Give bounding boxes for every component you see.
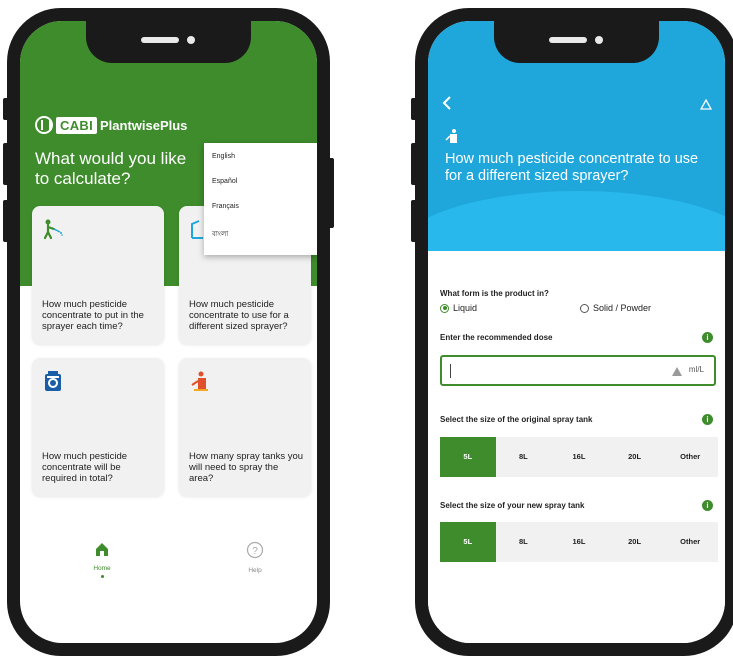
size-option-8l[interactable]: 8L xyxy=(496,437,552,477)
active-indicator xyxy=(100,575,104,578)
info-icon[interactable]: i xyxy=(702,414,713,425)
warning-icon xyxy=(699,98,713,110)
language-option-english[interactable]: English xyxy=(204,149,317,174)
volume-up-button xyxy=(3,143,9,185)
radio-liquid-label: Liquid xyxy=(453,303,478,313)
calc-form: What form is the product in? Liquid Soli… xyxy=(428,251,725,643)
back-button[interactable] xyxy=(442,96,452,115)
sprayer-icon xyxy=(445,129,457,143)
phone-calculator: How much pesticide concentrate to use fo… xyxy=(411,8,733,656)
info-icon[interactable]: i xyxy=(702,500,713,511)
card-text: How many spray tanks you will need to sp… xyxy=(189,451,304,484)
logo-cabi-text: CABI xyxy=(56,116,97,134)
power-button xyxy=(328,158,334,228)
pesticide-container-icon xyxy=(45,371,61,391)
original-tank-label: Select the size of the original spray ta… xyxy=(440,415,593,424)
language-menu: English Español Français বাংলা xyxy=(204,143,317,255)
phone-home: CABI PlantwisePlus What would you like t… xyxy=(3,8,334,656)
warning-icon xyxy=(672,367,682,376)
mute-switch xyxy=(3,98,9,120)
nav-help-label: Help xyxy=(248,567,262,574)
product-form-radio-group: Liquid Solid / Powder xyxy=(440,303,710,317)
calculator-screen: How much pesticide concentrate to use fo… xyxy=(428,21,725,643)
radio-unselected-icon xyxy=(580,303,589,313)
header-wave xyxy=(428,191,725,251)
logo-product-text: PlantwisePlus xyxy=(99,117,188,133)
size-option-other[interactable]: Other xyxy=(662,522,718,562)
warning-button[interactable] xyxy=(699,97,713,115)
language-option-bengali[interactable]: বাংলা xyxy=(204,224,317,249)
mute-switch xyxy=(411,98,417,120)
new-tank-label: Select the size of your new spray tank xyxy=(440,501,585,510)
help-icon: ? xyxy=(246,541,264,559)
size-option-5l[interactable]: 5L xyxy=(440,522,496,562)
size-option-16l[interactable]: 16L xyxy=(551,522,607,562)
volume-up-button xyxy=(411,143,417,185)
size-option-5l[interactable]: 5L xyxy=(440,437,496,477)
card-text: How much pesticide concentrate to put in… xyxy=(42,299,144,332)
new-tank-size-selector: 5L 8L 16L 20L Other xyxy=(440,522,718,562)
form-question-label: What form is the product in? xyxy=(440,289,549,298)
dose-input[interactable]: ml/L xyxy=(440,355,716,386)
app-logo: CABI PlantwisePlus xyxy=(35,116,187,134)
card-text: How much pesticide concentrate to use fo… xyxy=(189,299,289,332)
language-option-french[interactable]: Français xyxy=(204,199,317,224)
size-option-8l[interactable]: 8L xyxy=(496,522,552,562)
radio-solid-label: Solid / Powder xyxy=(593,303,652,313)
radio-selected-icon xyxy=(440,303,449,313)
dose-label: Enter the recommended dose xyxy=(440,333,553,342)
nav-help[interactable]: ? Help xyxy=(235,541,275,574)
radio-liquid[interactable]: Liquid xyxy=(440,303,477,313)
size-option-16l[interactable]: 16L xyxy=(551,437,607,477)
spray-tank-icon xyxy=(191,371,208,391)
bottom-navigation: Home ? Help xyxy=(20,531,317,591)
notch xyxy=(494,21,659,63)
cabi-logo-icon xyxy=(35,116,53,134)
nav-home-label: Home xyxy=(93,565,111,572)
dose-unit: ml/L xyxy=(688,365,704,374)
size-option-other[interactable]: Other xyxy=(662,437,718,477)
volume-down-button xyxy=(3,200,9,242)
calc-card-total-required[interactable]: How much pesticide concentrate will be r… xyxy=(32,358,164,496)
page-title: How much pesticide concentrate to use fo… xyxy=(445,151,699,184)
home-icon xyxy=(96,543,108,556)
radio-solid-powder[interactable]: Solid / Powder xyxy=(580,303,651,313)
card-text: How much pesticide concentrate will be r… xyxy=(42,451,128,484)
size-option-20l[interactable]: 20L xyxy=(607,522,663,562)
volume-down-button xyxy=(411,200,417,242)
text-cursor xyxy=(450,364,451,378)
sprayer-person-icon xyxy=(43,219,63,240)
original-tank-size-selector: 5L 8L 16L 20L Other xyxy=(440,437,718,477)
back-chevron-icon xyxy=(442,96,451,110)
info-icon[interactable]: i xyxy=(702,332,713,343)
calc-card-sprayer-each-time[interactable]: How much pesticide concentrate to put in… xyxy=(32,206,164,344)
notch xyxy=(86,21,251,63)
svg-text:?: ? xyxy=(252,546,258,557)
home-screen: CABI PlantwisePlus What would you like t… xyxy=(20,21,317,643)
calc-card-spray-tanks[interactable]: How many spray tanks you will need to sp… xyxy=(179,358,311,496)
language-option-spanish[interactable]: Español xyxy=(204,174,317,199)
nav-home[interactable]: Home xyxy=(82,541,122,578)
size-option-20l[interactable]: 20L xyxy=(607,437,663,477)
page-title: What would you like to calculate? xyxy=(35,149,187,188)
